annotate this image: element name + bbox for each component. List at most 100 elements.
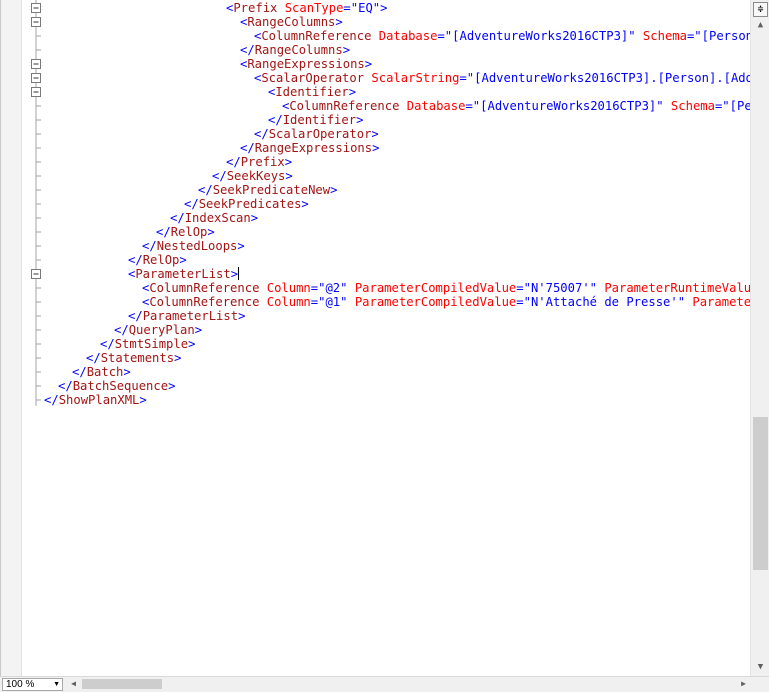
scroll-up-icon[interactable]: ▲ bbox=[751, 18, 769, 33]
code-line[interactable]: </Statements> bbox=[86, 351, 181, 365]
code-line[interactable]: <ColumnReference Column="@1" ParameterCo… bbox=[142, 295, 750, 309]
code-token: StmtSimple bbox=[114, 337, 189, 351]
code-token: SeekPredicateNew bbox=[212, 183, 331, 197]
code-token: > bbox=[194, 323, 203, 337]
code-line[interactable]: <ColumnReference Database="[AdventureWor… bbox=[282, 99, 750, 113]
code-token: ParameterRuntimeValue bbox=[597, 281, 750, 295]
code-line[interactable]: </SeekPredicateNew> bbox=[198, 183, 337, 197]
code-token: =" bbox=[516, 281, 531, 295]
zoom-dropdown[interactable]: 100 % ▼ bbox=[2, 678, 63, 691]
split-window-icon[interactable]: ≑ bbox=[753, 2, 768, 17]
code-token: </ bbox=[100, 337, 115, 351]
code-token: Database bbox=[399, 99, 466, 113]
code-line[interactable]: </SeekPredicates> bbox=[184, 197, 309, 211]
code-line[interactable]: </RangeExpressions> bbox=[240, 141, 379, 155]
code-token: </ bbox=[170, 211, 185, 225]
code-token: </ bbox=[240, 43, 255, 57]
code-token: Schema bbox=[663, 99, 715, 113]
code-token: ColumnReference bbox=[149, 295, 260, 309]
code-token: =" bbox=[343, 1, 359, 15]
code-token: > bbox=[372, 141, 380, 155]
code-line[interactable]: <RangeExpressions> bbox=[240, 57, 372, 71]
code-line[interactable]: <ColumnReference Database="[AdventureWor… bbox=[254, 29, 750, 43]
scroll-left-icon[interactable]: ◀ bbox=[66, 677, 81, 691]
code-token: > bbox=[335, 15, 343, 29]
vertical-scrollbar[interactable]: ≑ ▲ ▼ bbox=[750, 0, 769, 676]
code-line[interactable]: </RelOp> bbox=[128, 253, 187, 267]
code-token: </ bbox=[114, 323, 129, 337]
code-token: ScalarOperator bbox=[268, 127, 372, 141]
chevron-down-icon[interactable]: ▼ bbox=[53, 679, 60, 690]
code-token: "> bbox=[372, 1, 388, 15]
code-token: " bbox=[628, 29, 636, 43]
code-token: ScalarOperator bbox=[261, 71, 365, 85]
code-token: BatchSequence bbox=[72, 379, 169, 393]
code-line[interactable]: <Identifier> bbox=[268, 85, 356, 99]
code-line[interactable]: </QueryPlan> bbox=[114, 323, 202, 337]
code-token: QueryPlan bbox=[128, 323, 195, 337]
code-token: RelOp bbox=[170, 225, 208, 239]
code-line[interactable]: </SeekKeys> bbox=[212, 169, 293, 183]
code-token: ScanType bbox=[277, 1, 344, 15]
scroll-down-icon[interactable]: ▼ bbox=[751, 660, 769, 675]
code-token: " bbox=[340, 295, 348, 309]
code-line[interactable]: </ScalarOperator> bbox=[254, 127, 379, 141]
xml-editor[interactable]: <Prefix ScanType="EQ"> <RangeColumns> <Col… bbox=[0, 0, 750, 676]
code-token: > bbox=[174, 351, 182, 365]
code-line[interactable]: </Batch> bbox=[72, 365, 131, 379]
code-token: =" bbox=[459, 71, 475, 85]
code-token: </ bbox=[44, 393, 59, 407]
code-token: SeekKeys bbox=[226, 169, 286, 183]
scroll-right-icon[interactable]: ▶ bbox=[736, 677, 751, 691]
code-line[interactable]: </ShowPlanXML> bbox=[44, 393, 147, 407]
code-line[interactable]: </IndexScan> bbox=[170, 211, 258, 225]
code-token: RangeExpressions bbox=[254, 141, 373, 155]
code-token: > bbox=[179, 253, 187, 267]
code-line[interactable]: <Prefix ScanType="EQ"> bbox=[226, 1, 387, 15]
code-token: RangeExpressions bbox=[247, 57, 365, 71]
code-token: </ bbox=[128, 309, 143, 323]
horizontal-scroll-thumb[interactable] bbox=[82, 679, 162, 689]
code-token: ParameterCompiledValue bbox=[347, 281, 517, 295]
code-line[interactable]: </ParameterList> bbox=[128, 309, 245, 323]
code-line[interactable]: </NestedLoops> bbox=[142, 239, 245, 253]
code-token: [Person] bbox=[729, 99, 750, 113]
code-line[interactable]: </Identifier> bbox=[268, 113, 363, 127]
code-token: ParameterRunti bbox=[692, 295, 750, 309]
code-line[interactable]: </RangeColumns> bbox=[240, 43, 350, 57]
code-token: </ bbox=[198, 183, 213, 197]
vertical-scroll-thumb[interactable] bbox=[753, 417, 768, 570]
text-cursor bbox=[238, 267, 240, 280]
code-line[interactable]: <ColumnReference Column="@2" ParameterCo… bbox=[142, 281, 750, 295]
code-line[interactable]: </Prefix> bbox=[226, 155, 292, 169]
code-token: N'Attaché de Presse' bbox=[530, 295, 678, 309]
code-line[interactable]: <ScalarOperator ScalarString="[Adventure… bbox=[254, 71, 750, 85]
code-line[interactable]: <ParameterList> bbox=[128, 267, 240, 281]
code-token: > bbox=[230, 267, 239, 281]
code-token: Batch bbox=[86, 365, 124, 379]
code-token: =" bbox=[714, 99, 730, 113]
code-token: @2 bbox=[325, 281, 341, 295]
code-token: [AdventureWorks2016CTP3] bbox=[452, 29, 629, 43]
code-line[interactable]: <RangeColumns> bbox=[240, 15, 343, 29]
code-token: Statements bbox=[100, 351, 175, 365]
code-token: > bbox=[371, 127, 379, 141]
code-token: > bbox=[188, 337, 196, 351]
code-line[interactable]: </BatchSequence> bbox=[58, 379, 175, 393]
code-line[interactable]: </RelOp> bbox=[156, 225, 215, 239]
code-token: RelOp bbox=[142, 253, 180, 267]
code-token: > bbox=[364, 57, 373, 71]
code-token: RangeColumns bbox=[254, 43, 343, 57]
code-token: > bbox=[168, 379, 176, 393]
code-token: Identifier bbox=[282, 113, 357, 127]
code-token: " bbox=[677, 295, 686, 309]
code-token: RangeColumns bbox=[247, 15, 336, 29]
code-line[interactable]: </StmtSimple> bbox=[100, 337, 195, 351]
code-token: " bbox=[589, 281, 597, 295]
code-token: </ bbox=[240, 141, 255, 155]
code-token: </ bbox=[254, 127, 269, 141]
code-token: Column bbox=[259, 295, 311, 309]
code-token: =" bbox=[465, 99, 481, 113]
code-token: > bbox=[301, 197, 309, 211]
code-token: </ bbox=[128, 253, 143, 267]
